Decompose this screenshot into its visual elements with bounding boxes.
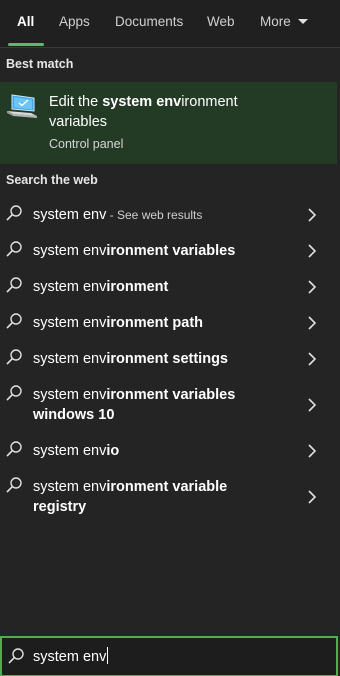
- tab-more[interactable]: More: [260, 13, 308, 33]
- best-match-subtitle: Control panel: [49, 137, 124, 151]
- web-result-text: system environment variables: [33, 241, 293, 261]
- search-input[interactable]: system env: [33, 647, 109, 665]
- caret-down-icon: [297, 19, 308, 24]
- web-result-suffix: - See web results: [106, 208, 203, 222]
- search-icon: [6, 277, 22, 293]
- web-result-completion: io: [106, 443, 120, 459]
- chevron-right-icon: [308, 208, 317, 222]
- best-match-title: Edit the system environment variables: [49, 92, 299, 132]
- chevron-right-icon: [308, 280, 317, 294]
- chevron-right-icon: [308, 490, 317, 504]
- search-icon: [6, 477, 22, 493]
- web-result-text: system environment variables windows 10: [33, 385, 248, 425]
- search-icon: [6, 441, 22, 457]
- web-result-completion: ironment variables: [106, 243, 236, 259]
- web-result-text: system environment path: [33, 313, 293, 333]
- web-result-typed: system env: [33, 279, 107, 295]
- web-result-typed: system env: [33, 479, 107, 495]
- tab-web[interactable]: Web: [207, 13, 235, 33]
- web-result-typed: system env: [33, 443, 107, 459]
- web-result-row[interactable]: system environment variables windows 10: [0, 378, 337, 434]
- web-result-typed: system env: [33, 207, 107, 223]
- best-match-heading: Best match: [6, 57, 74, 71]
- chevron-right-icon: [308, 316, 317, 330]
- active-tab-indicator: [8, 43, 44, 46]
- web-result-completion: ironment: [106, 279, 169, 295]
- web-result-text: system envio: [33, 441, 293, 461]
- tab-documents[interactable]: Documents: [115, 13, 183, 33]
- tab-more-label: More: [260, 14, 291, 29]
- web-result-text: system env - See web results: [33, 205, 293, 225]
- search-web-heading: Search the web: [6, 173, 98, 187]
- web-result-text: system environment settings: [33, 349, 293, 369]
- web-result-row[interactable]: system environment variable registry: [0, 470, 337, 526]
- tab-all[interactable]: All: [17, 13, 34, 33]
- chevron-right-icon: [308, 444, 317, 458]
- search-icon: [8, 648, 24, 664]
- chevron-right-icon: [308, 352, 317, 366]
- web-result-typed: system env: [33, 243, 107, 259]
- tab-apps[interactable]: Apps: [59, 13, 90, 33]
- web-result-row[interactable]: system environment variables: [0, 234, 337, 268]
- web-result-row[interactable]: system environment settings: [0, 342, 337, 376]
- best-match-title-prefix: Edit the: [49, 94, 103, 110]
- search-icon: [6, 349, 22, 365]
- search-icon: [6, 313, 22, 329]
- web-result-typed: system env: [33, 387, 107, 403]
- start-search-panel: All Apps Documents Web More Best match E…: [0, 0, 340, 676]
- web-result-row[interactable]: system environment: [0, 270, 337, 304]
- web-result-row[interactable]: system environment path: [0, 306, 337, 340]
- web-result-row[interactable]: system envio: [0, 434, 337, 468]
- best-match-result[interactable]: Edit the system environment variables Co…: [0, 82, 337, 164]
- filter-tabs: All Apps Documents Web More: [0, 0, 340, 48]
- best-match-title-match: system env: [102, 94, 182, 110]
- chevron-right-icon: [308, 398, 317, 412]
- web-result-text: system environment variable registry: [33, 477, 248, 517]
- web-result-text: system environment: [33, 277, 293, 297]
- search-input-value: system env: [33, 649, 107, 665]
- search-box[interactable]: system env: [0, 636, 338, 676]
- search-icon: [6, 205, 22, 221]
- web-result-completion: ironment settings: [106, 351, 228, 367]
- text-cursor: [107, 647, 109, 664]
- web-result-completion: ironment path: [106, 315, 204, 331]
- web-result-typed: system env: [33, 351, 107, 367]
- search-icon: [6, 385, 22, 401]
- computer-settings-icon: [7, 94, 37, 118]
- search-icon: [6, 241, 22, 257]
- web-result-typed: system env: [33, 315, 107, 331]
- web-result-row[interactable]: system env - See web results: [0, 198, 337, 232]
- chevron-right-icon: [308, 244, 317, 258]
